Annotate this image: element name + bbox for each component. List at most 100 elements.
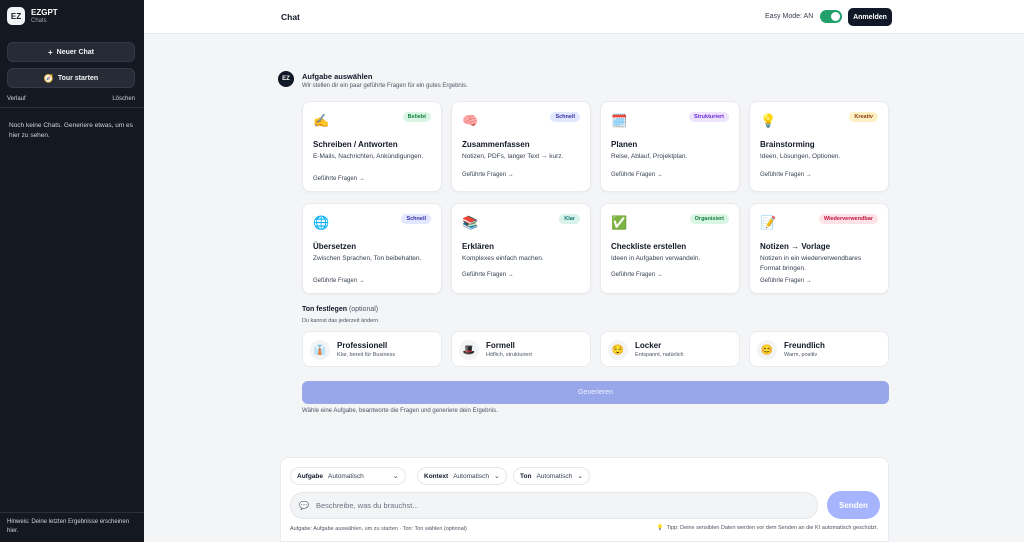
task-card-notizen-vorlage[interactable]: 📝 Wiederverwendbar Notizen → Vorlage Not… [749,203,889,294]
composer-hint: Aufgabe: Aufgabe auswählen, um zu starte… [290,526,467,532]
prompt-input-wrapper[interactable]: 💬 [290,492,818,519]
task-card-planen[interactable]: 🗓️ Strukturiert Planen Reise, Ablauf, Pr… [600,101,740,192]
light-bulb-icon: 💡 [656,525,664,531]
writing-hand-icon: ✍️ [313,113,330,128]
tone-select-value: Automatisch [536,472,573,480]
relaxed-face-icon: 😌 [608,340,628,360]
generate-button[interactable]: Generieren [302,381,889,404]
guided-questions-link[interactable]: Geführte Fragen → [313,176,365,182]
task-select[interactable]: Aufgabe Automatisch ⌄ [290,467,406,485]
context-select-value: Automatisch [453,472,489,480]
tone-option-locker[interactable]: 😌 Locker Entspannt, natürlich [600,331,740,367]
tone-name: Locker [635,341,662,350]
plus-icon: + [47,47,53,57]
page-title: Chat [281,12,300,22]
guided-questions-link[interactable]: Geführte Fragen → [462,272,514,278]
task-card-brainstorming[interactable]: 💡 Kreativ Brainstorming Ideen, Lösungen,… [749,101,889,192]
tone-option-freundlich[interactable]: 😊 Freundlich Warm, positiv [749,331,889,367]
card-description: Ideen, Lösungen, Optionen. [760,153,841,160]
task-card-erklaeren[interactable]: 📚 Klar Erklären Komplexes einfach machen… [451,203,591,294]
card-description: E-Mails, Nachrichten, Ankündigungen. [313,153,424,160]
assistant-avatar: EZ [278,71,294,87]
task-select-label: Aufgabe [297,472,323,480]
privacy-tip: 💡 Tipp: Deine sensiblen Daten werden vor… [657,525,878,531]
task-card-uebersetzen[interactable]: 🌐 Schnell Übersetzen Zwischen Sprachen, … [302,203,442,294]
brand-subtitle: Chats [31,17,47,24]
check-mark-icon: ✅ [611,215,628,230]
card-title: Übersetzen [313,242,357,251]
top-bar: Chat Easy Mode: AN Anmelden [144,0,1024,34]
books-icon: 📚 [462,215,479,230]
card-title: Checkliste erstellen [611,242,687,251]
brain-icon: 🧠 [462,113,479,128]
tone-section-subtitle: Du kannst das jederzeit ändern. [302,318,380,324]
guided-questions-link[interactable]: Geführte Fragen → [760,278,812,284]
tone-optional-text: (optional) [348,306,379,313]
easy-mode-label: Easy Mode: AN [765,13,814,20]
new-chat-button[interactable]: + Neuer Chat [7,42,135,62]
task-card-checkliste[interactable]: ✅ Organisiert Checkliste erstellen Ideen… [600,203,740,294]
smiling-face-icon: 😊 [757,340,777,360]
card-description: Notizen in ein wiederverwendbares Format… [760,255,862,272]
task-select-value: Automatisch [328,472,364,480]
guided-questions-link[interactable]: Geführte Fragen → [313,278,365,284]
badge-wiederverwendbar: Wiederverwendbar [818,214,878,224]
badge-klar: Klar [559,214,580,224]
card-title: Notizen → Vorlage [760,242,831,251]
tone-section-title: Ton festlegen (optional) [302,306,378,313]
task-card-zusammenfassen[interactable]: 🧠 Schnell Zusammenfassen Notizen, PDFs, … [451,101,591,192]
guided-questions-link[interactable]: Geführte Fragen → [611,172,663,178]
privacy-tip-text: Tipp: Deine sensiblen Daten werden vor d… [666,525,878,531]
chevron-down-icon: ⌄ [577,473,584,480]
card-description: Notizen, PDFs, langer Text → kurz. [462,153,564,160]
prompt-input[interactable] [315,501,796,510]
chevron-down-icon: ⌄ [493,473,500,480]
calendar-icon: 🗓️ [611,113,628,128]
sidebar-divider [0,107,144,108]
login-button[interactable]: Anmelden [848,8,892,26]
clear-history-button[interactable]: Löschen [112,96,135,102]
badge-kreativ: Kreativ [849,112,878,122]
tone-option-professionell[interactable]: 👔 Professionell Klar, bereit für Busines… [302,331,442,367]
speech-bubble-icon: 💬 [299,501,309,510]
send-button[interactable]: Senden [827,491,880,519]
task-section-title: Aufgabe auswählen [302,72,373,81]
tone-name: Formell [486,341,515,350]
memo-icon: 📝 [760,215,777,230]
guided-questions-link[interactable]: Geführte Fragen → [462,172,514,178]
brand-logo: EZ [7,7,25,25]
card-description: Reise, Ablauf, Projektplan. [611,153,688,160]
sidebar-hint: Hinweis: Deine letzten Ergebnisse ersche… [7,519,130,534]
chevron-down-icon: ⌄ [392,473,399,480]
compass-icon: 🧭 [43,73,54,83]
history-header: Verlauf Löschen [7,96,135,102]
tone-option-formell[interactable]: 🎩 Formell Höflich, strukturiert [451,331,591,367]
card-title: Zusammenfassen [462,140,530,149]
tone-select[interactable]: Ton Automatisch ⌄ [513,467,591,485]
card-title: Erklären [462,242,495,251]
brand-name: EZGPT [31,7,58,17]
tour-button[interactable]: 🧭 Tour starten [7,68,135,88]
history-label: Verlauf [7,96,26,102]
professional-icon: 👔 [310,340,330,360]
task-section-subtitle: Wir stellen dir ein paar geführte Fragen… [302,83,468,89]
tone-select-label: Ton [520,472,532,480]
context-select[interactable]: Kontext Automatisch ⌄ [417,467,507,485]
tour-label: Tour starten [57,74,99,82]
top-hat-icon: 🎩 [459,340,479,360]
card-description: Zwischen Sprachen, Ton beibehalten. [313,255,422,262]
composer: Aufgabe Automatisch ⌄ Kontext Automatisc… [280,457,889,542]
badge-schnell: Schnell [401,214,431,224]
guided-questions-link[interactable]: Geführte Fragen → [760,172,812,178]
card-description: Komplexes einfach machen. [462,255,544,262]
easy-mode-toggle[interactable] [820,10,842,23]
tone-description: Warm, positiv [784,352,818,358]
globe-icon: 🌐 [313,215,330,230]
brand[interactable]: EZ EZGPT Chats [7,7,58,25]
badge-schnell: Schnell [550,112,580,122]
empty-history-text: Noch keine Chats. Generiere etwas, um es… [9,122,133,139]
card-description: Ideen in Aufgaben verwandeln. [611,255,701,262]
guided-questions-link[interactable]: Geführte Fragen → [611,272,663,278]
task-card-schreiben[interactable]: ✍️ Beliebt Schreiben / Antworten E-Mails… [302,101,442,192]
tone-description: Höflich, strukturiert [486,352,532,358]
